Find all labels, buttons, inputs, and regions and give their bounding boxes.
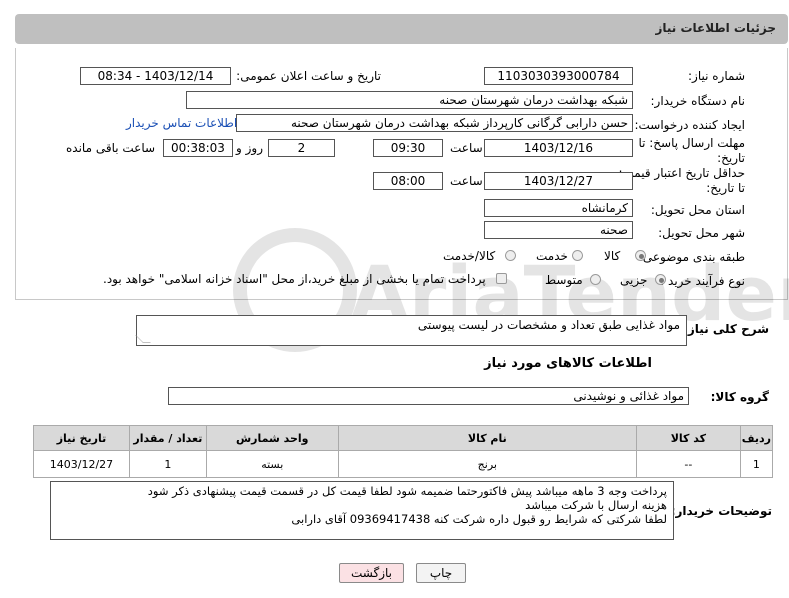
description-label: شرح کلی نیاز: [683, 322, 769, 336]
buyer-notes-label: توضیحات خریدار: [670, 504, 772, 518]
cell-unit: بسته [205, 450, 339, 478]
deadline-days-label: روز و [236, 141, 263, 155]
goods-group-label: گروه کالا: [710, 390, 769, 404]
goods-table: ردیف کد کالا نام کالا واحد شمارش تعداد /… [33, 425, 774, 478]
purchase-option-minor: جزیی [620, 273, 648, 287]
goods-group-field: مواد غذائی و نوشیدنی [168, 387, 689, 405]
purchase-type-label: نوع فرآیند خرید : [660, 274, 745, 288]
deadline-time-field: 09:30 [373, 139, 443, 157]
category-radio-service[interactable] [572, 250, 583, 261]
province-label: استان محل تحویل: [650, 203, 745, 217]
table-header-row: ردیف کد کالا نام کالا واحد شمارش تعداد /… [33, 425, 774, 451]
deadline-date-field: 1403/12/16 [484, 139, 633, 157]
col-header-unit: واحد شمارش [205, 425, 339, 451]
cell-qty: 1 [128, 450, 207, 478]
cell-date: 1403/12/27 [33, 450, 130, 478]
need-number-field: 1103030393000784 [484, 67, 633, 85]
print-button[interactable]: چاپ [416, 563, 466, 583]
buyer-notes-line: هزینه ارسال با شرکت میباشد [525, 498, 667, 512]
cell-code: -- [635, 450, 741, 478]
need-number-label: شماره نیاز: [688, 69, 745, 83]
col-header-row: ردیف [739, 425, 774, 451]
resize-grip-icon[interactable] [135, 335, 151, 343]
col-header-name: نام کالا [337, 425, 637, 451]
category-radio-goods[interactable] [635, 250, 646, 261]
purchase-radio-minor[interactable] [655, 274, 666, 285]
cell-name: برنج [337, 450, 637, 478]
validity-time-label: ساعت [450, 174, 483, 188]
col-header-qty: تعداد / مقدار [128, 425, 207, 451]
col-header-code: کد کالا [635, 425, 741, 451]
buyer-notes-textarea: پرداخت وجه 3 ماهه میباشد پیش فاکتورحتما … [50, 481, 674, 540]
validity-label: حداقل تاریخ اعتبار قیمت: تا تاریخ: [618, 166, 745, 195]
deadline-days-field: 2 [268, 139, 335, 157]
category-radio-both[interactable] [505, 250, 516, 261]
remaining-time-field: 00:38:03 [163, 139, 233, 157]
category-label: طبقه بندی موضوعی: [638, 250, 745, 264]
announce-field: 1403/12/14 - 08:34 [80, 67, 231, 85]
treasury-checkbox[interactable] [496, 273, 507, 284]
description-textarea: مواد غذایی طبق تعداد و مشخصات در لیست پی… [135, 315, 687, 346]
remaining-time-label: ساعت باقی مانده [66, 141, 156, 155]
purchase-radio-medium[interactable] [590, 274, 601, 285]
validity-date-field: 1403/12/27 [484, 172, 633, 190]
table-row: 1 -- برنج بسته 1 1403/12/27 [33, 450, 774, 478]
page-title: جزئیات اطلاعات نیاز [655, 21, 776, 35]
goods-info-title: اطلاعات کالاهای مورد نیاز [484, 356, 652, 371]
city-label: شهر محل تحویل: [658, 226, 745, 240]
description-text: مواد غذایی طبق تعداد و مشخصات در لیست پی… [417, 318, 680, 332]
buyer-notes-line: پرداخت وجه 3 ماهه میباشد پیش فاکتورحتما … [147, 484, 667, 498]
requester-label: ایجاد کننده درخواست: [634, 118, 745, 132]
purchase-option-medium: متوسط [545, 273, 583, 287]
category-option-service: خدمت [536, 249, 568, 263]
buyer-org-field: شبکه بهداشت درمان شهرستان صحنه [186, 91, 633, 109]
treasury-note: پرداخت تمام یا بخشی از مبلغ خرید،از محل … [103, 272, 486, 286]
cell-row-number: 1 [739, 450, 774, 478]
deadline-time-label: ساعت [450, 141, 483, 155]
col-header-date: تاریخ نیاز [33, 425, 130, 451]
buyer-contact-link[interactable]: اطلاعات تماس خریدار [126, 116, 237, 130]
panel-header: جزئیات اطلاعات نیاز [15, 14, 788, 44]
requester-field: حسن دارابی گرگانی کارپرداز شبکه بهداشت د… [236, 114, 633, 132]
validity-time-field: 08:00 [373, 172, 443, 190]
city-field: صحنه [484, 221, 633, 239]
category-option-both: کالا/خدمت [443, 249, 496, 263]
buyer-org-label: نام دستگاه خریدار: [650, 94, 746, 108]
buyer-notes-line: لطفا شرکتی که شرایط رو قبول داره شرکت کن… [291, 512, 667, 526]
deadline-label: مهلت ارسال پاسخ: تا تاریخ: [638, 136, 745, 165]
announce-label: تاریخ و ساعت اعلان عمومی: [236, 69, 381, 83]
back-button[interactable]: بازگشت [339, 563, 404, 583]
province-field: کرمانشاه [484, 199, 633, 217]
category-option-goods: کالا [604, 249, 621, 263]
